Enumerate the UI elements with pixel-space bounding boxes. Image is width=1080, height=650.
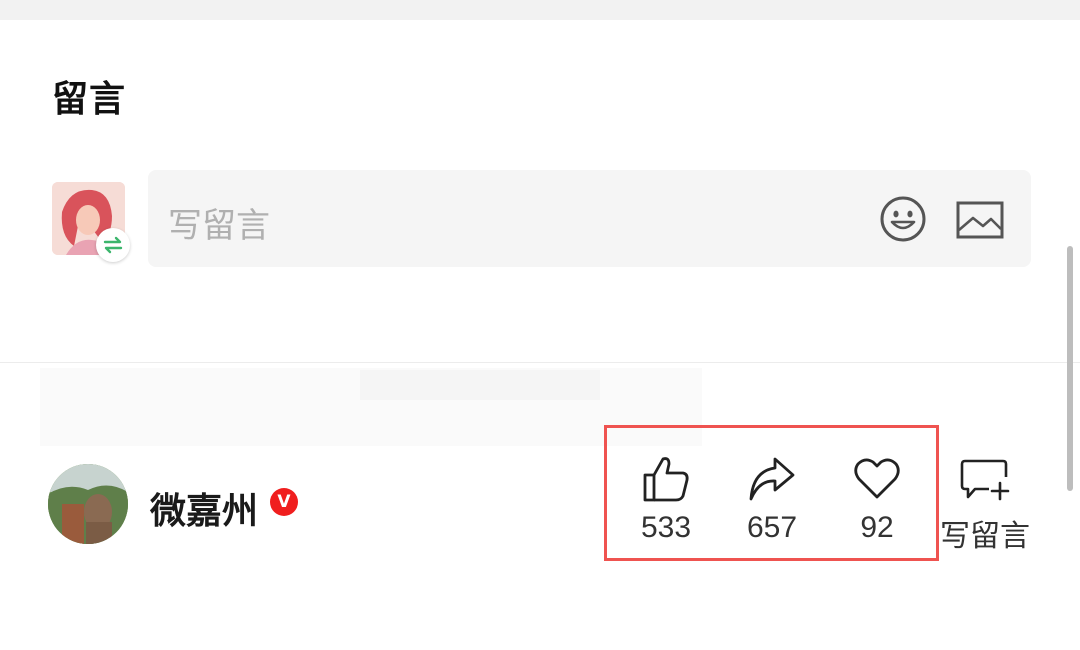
switch-account-button[interactable] <box>96 228 130 262</box>
share-count: 657 <box>746 511 798 544</box>
image-icon <box>956 201 1004 239</box>
article-footer: 留言 写留言 微嘉州 V 533 657 92 写留言 <box>0 0 1080 650</box>
like-button[interactable]: 533 <box>616 455 716 545</box>
write-comment-label: 写留言 <box>940 519 1030 554</box>
scrollbar[interactable] <box>1067 246 1073 491</box>
comment-plus-icon <box>960 459 1010 501</box>
swap-arrows-icon <box>103 236 123 254</box>
share-button[interactable]: 657 <box>722 455 822 545</box>
top-strip <box>0 0 1080 20</box>
divider <box>0 362 1080 363</box>
favorite-count: 92 <box>860 511 894 544</box>
comments-title: 留言 <box>52 79 127 120</box>
comment-input-placeholder: 写留言 <box>168 206 270 246</box>
heart-icon <box>854 458 900 499</box>
faded-content-inner <box>360 370 600 400</box>
write-comment-button[interactable]: 写留言 <box>930 455 1040 555</box>
share-arrow-icon <box>749 457 795 501</box>
account-avatar[interactable] <box>48 464 128 544</box>
thumbs-up-icon <box>643 457 689 502</box>
account-name[interactable]: 微嘉州 <box>150 482 258 534</box>
comment-input[interactable]: 写留言 <box>148 170 1031 267</box>
verified-badge: V <box>270 488 298 516</box>
account-avatar-photo <box>48 464 128 544</box>
image-button[interactable] <box>955 200 1005 240</box>
like-count: 533 <box>640 511 692 544</box>
favorite-button[interactable]: 92 <box>827 455 927 545</box>
smiley-face-icon <box>880 196 926 242</box>
emoji-button[interactable] <box>878 194 928 244</box>
